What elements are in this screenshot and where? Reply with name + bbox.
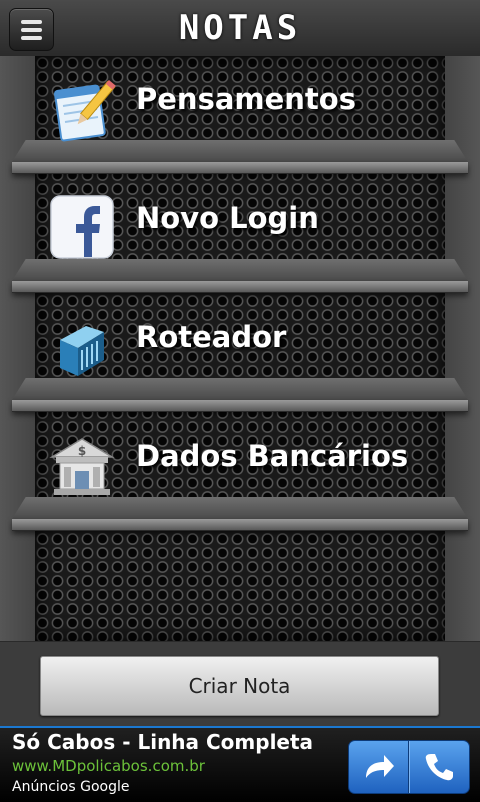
notes-shelf: Pensamentos Novo Login Roteador $ Dados …: [0, 56, 480, 641]
note-label: Roteador: [136, 320, 287, 354]
app-title: NOTAS: [178, 8, 302, 48]
note-item-dados-bancarios[interactable]: $ Dados Bancários: [0, 413, 480, 532]
facebook-icon: [48, 193, 116, 261]
bank-icon: $: [48, 431, 116, 499]
note-item-pensamentos[interactable]: Pensamentos: [0, 56, 480, 175]
router-icon: [48, 312, 116, 380]
ad-open-button[interactable]: [349, 741, 408, 793]
notepad-pencil-icon: [48, 74, 116, 142]
share-arrow-icon: [365, 755, 394, 778]
note-item-novo-login[interactable]: Novo Login: [0, 175, 480, 294]
ad-url[interactable]: www.MDpolicabos.com.br: [12, 757, 205, 775]
note-label: Novo Login: [136, 201, 319, 235]
note-label: Dados Bancários: [136, 439, 409, 473]
ad-call-button[interactable]: [408, 741, 468, 793]
ad-attribution: Anúncios Google: [12, 779, 130, 795]
note-item-roteador[interactable]: Roteador: [0, 294, 480, 413]
ad-banner[interactable]: Só Cabos - Linha Completa www.MDpolicabo…: [0, 726, 480, 802]
phone-icon: [425, 754, 453, 781]
svg-text:$: $: [78, 444, 86, 458]
note-label: Pensamentos: [136, 82, 356, 116]
title-bar: NOTAS: [0, 0, 480, 57]
bottom-action-bar: Criar Nota: [0, 641, 480, 727]
ad-title[interactable]: Só Cabos - Linha Completa: [12, 730, 313, 754]
ad-action-group: [348, 740, 470, 794]
create-note-button[interactable]: Criar Nota: [40, 656, 439, 716]
